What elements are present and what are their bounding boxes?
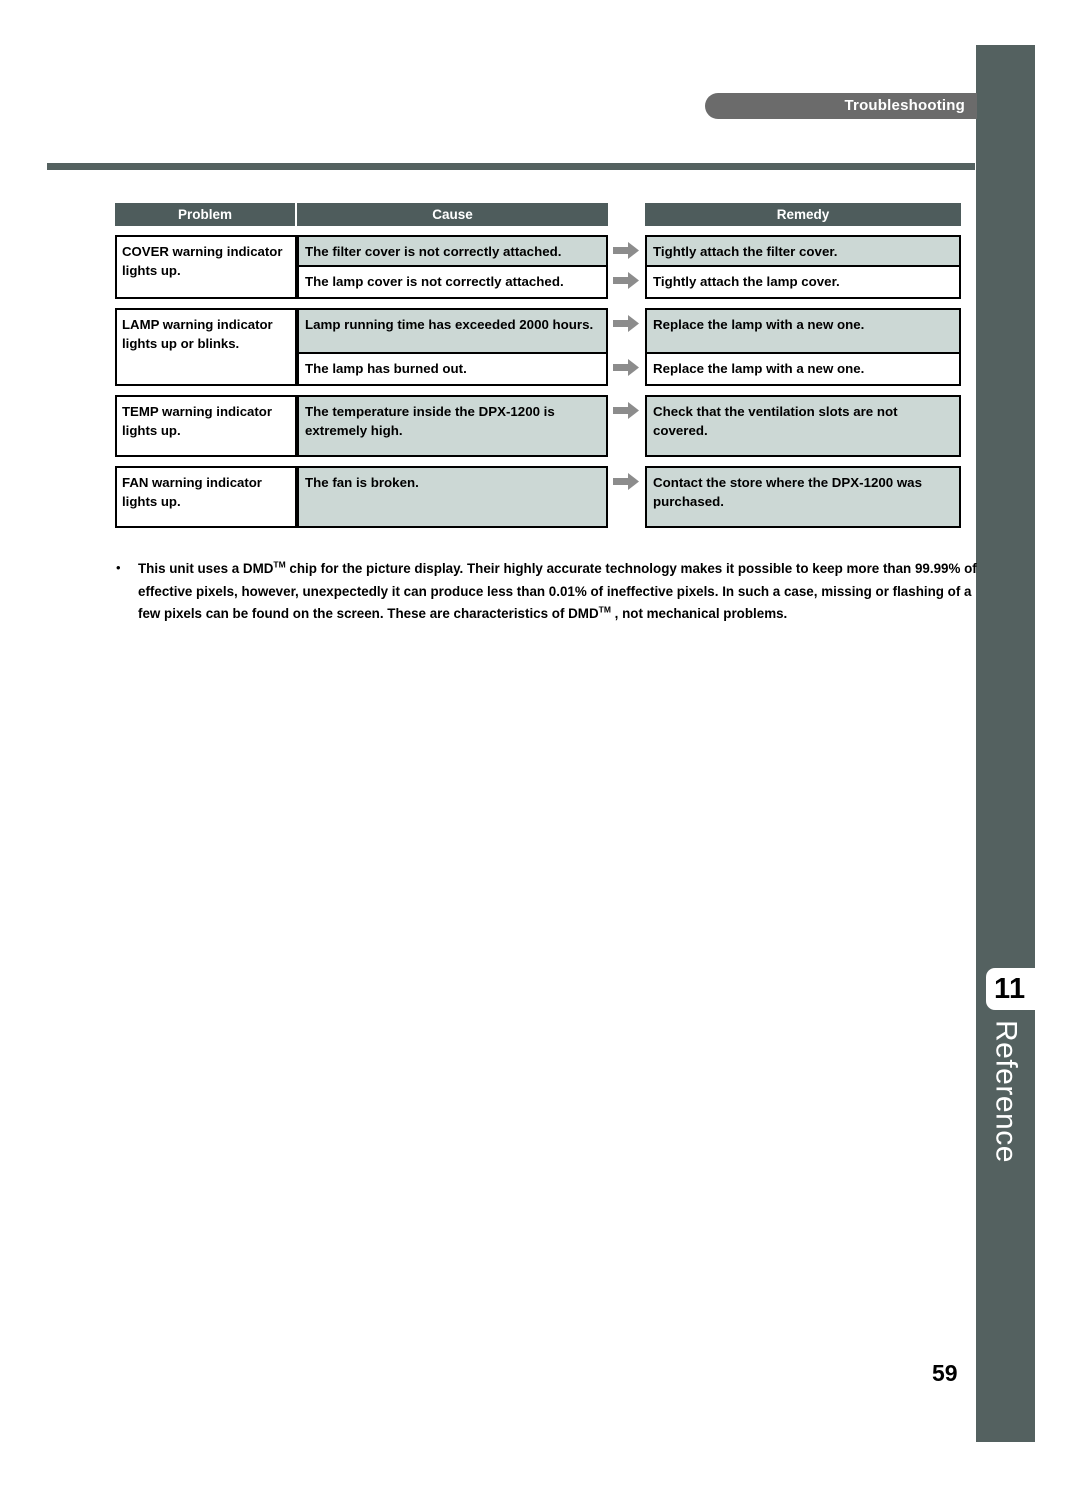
remedy-cell: Replace the lamp with a new one. (647, 310, 959, 354)
problem-text: COVER warning indicator lights up. (122, 244, 283, 278)
column-header-cause: Cause (297, 203, 608, 226)
remedy-cell: Contact the store where the DPX-1200 was… (647, 468, 959, 526)
problem-cell: TEMP warning indicator lights up. (115, 395, 297, 457)
cause-cell: The lamp cover is not correctly attached… (299, 267, 606, 297)
remedy-cell-group: Contact the store where the DPX-1200 was… (645, 466, 961, 528)
remedy-cell-group: Replace the lamp with a new one. Replace … (645, 308, 961, 386)
right-arrow-icon (613, 272, 639, 289)
section-header-pill: Troubleshooting (705, 93, 977, 119)
remedy-text: Replace the lamp with a new one. (653, 361, 865, 376)
chapter-name-label: Reference (989, 1020, 1023, 1163)
note-part-1: This unit uses a DMD (138, 561, 274, 576)
right-arrow-icon (613, 359, 639, 376)
cause-cell: The temperature inside the DPX-1200 is e… (299, 397, 606, 455)
right-arrow-icon (613, 242, 639, 259)
remedy-cell: Check that the ventilation slots are not… (647, 397, 959, 455)
column-header-problem: Problem (115, 203, 295, 226)
right-arrow-icon (613, 315, 639, 332)
table-row: TEMP warning indicator lights up. The tem… (115, 395, 961, 457)
cause-cell-group: The temperature inside the DPX-1200 is e… (297, 395, 608, 457)
problem-cell: COVER warning indicator lights up. (115, 235, 297, 299)
trademark-superscript-1: TM (273, 559, 286, 570)
cause-text: The filter cover is not correctly attach… (305, 244, 562, 259)
cause-cell-group: Lamp running time has exceeded 2000 hour… (297, 308, 608, 386)
chapter-number: 11 (994, 973, 1026, 1005)
page-number: 59 (932, 1360, 958, 1386)
problem-cell: FAN warning indicator lights up. (115, 466, 297, 528)
cause-cell: The lamp has burned out. (299, 354, 606, 384)
cause-text: The lamp has burned out. (305, 361, 467, 376)
remedy-cell-group: Check that the ventilation slots are not… (645, 395, 961, 457)
remedy-text: Contact the store where the DPX-1200 was… (653, 475, 922, 509)
problem-text: TEMP warning indicator lights up. (122, 404, 272, 438)
cause-cell: Lamp running time has exceeded 2000 hour… (299, 310, 606, 354)
table-row: FAN warning indicator lights up. The fan … (115, 466, 961, 528)
cause-text: The fan is broken. (305, 475, 419, 490)
chapter-name-vertical: Reference (976, 1020, 1035, 1220)
problem-text: LAMP warning indicator lights up or blin… (122, 317, 273, 351)
cause-text: The lamp cover is not correctly attached… (305, 274, 564, 289)
header-divider-rule (47, 163, 975, 170)
trademark-superscript-2: TM (598, 604, 611, 615)
table-row: LAMP warning indicator lights up or blin… (115, 308, 961, 386)
chapter-number-tab: 11 (986, 968, 1046, 1010)
problem-cell: LAMP warning indicator lights up or blin… (115, 308, 297, 386)
note-part-3: , not mechanical problems. (610, 606, 788, 621)
remedy-text: Tightly attach the lamp cover. (653, 274, 840, 289)
table-body: COVER warning indicator lights up. The fi… (115, 235, 961, 528)
cause-cell: The filter cover is not correctly attach… (299, 237, 606, 267)
remedy-cell: Tightly attach the lamp cover. (647, 267, 959, 297)
column-header-remedy: Remedy (645, 203, 961, 226)
remedy-cell: Replace the lamp with a new one. (647, 354, 959, 384)
bullet-glyph: • (116, 560, 121, 575)
remedy-cell-group: Tightly attach the filter cover. Tightly … (645, 235, 961, 299)
troubleshooting-table: Problem Cause Remedy COVER warning indic… (115, 203, 961, 528)
remedy-text: Check that the ventilation slots are not… (653, 404, 898, 438)
dmd-note: • This unit uses a DMDTM chip for the pi… (116, 558, 978, 626)
cause-text: The temperature inside the DPX-1200 is e… (305, 404, 555, 438)
table-row: COVER warning indicator lights up. The fi… (115, 235, 961, 299)
remedy-cell: Tightly attach the filter cover. (647, 237, 959, 267)
section-header-label: Troubleshooting (844, 97, 965, 114)
chapter-side-bar (976, 45, 1035, 1442)
right-arrow-icon (613, 473, 639, 490)
cause-cell-group: The fan is broken. (297, 466, 608, 528)
cause-cell-group: The filter cover is not correctly attach… (297, 235, 608, 299)
table-header-row: Problem Cause Remedy (115, 203, 961, 226)
cause-cell: The fan is broken. (299, 468, 606, 526)
problem-text: FAN warning indicator lights up. (122, 475, 262, 509)
right-arrow-icon (613, 402, 639, 419)
dmd-note-text: This unit uses a DMDTM chip for the pict… (138, 558, 978, 626)
remedy-text: Tightly attach the filter cover. (653, 244, 838, 259)
remedy-text: Replace the lamp with a new one. (653, 317, 865, 332)
cause-text: Lamp running time has exceeded 2000 hour… (305, 317, 594, 332)
